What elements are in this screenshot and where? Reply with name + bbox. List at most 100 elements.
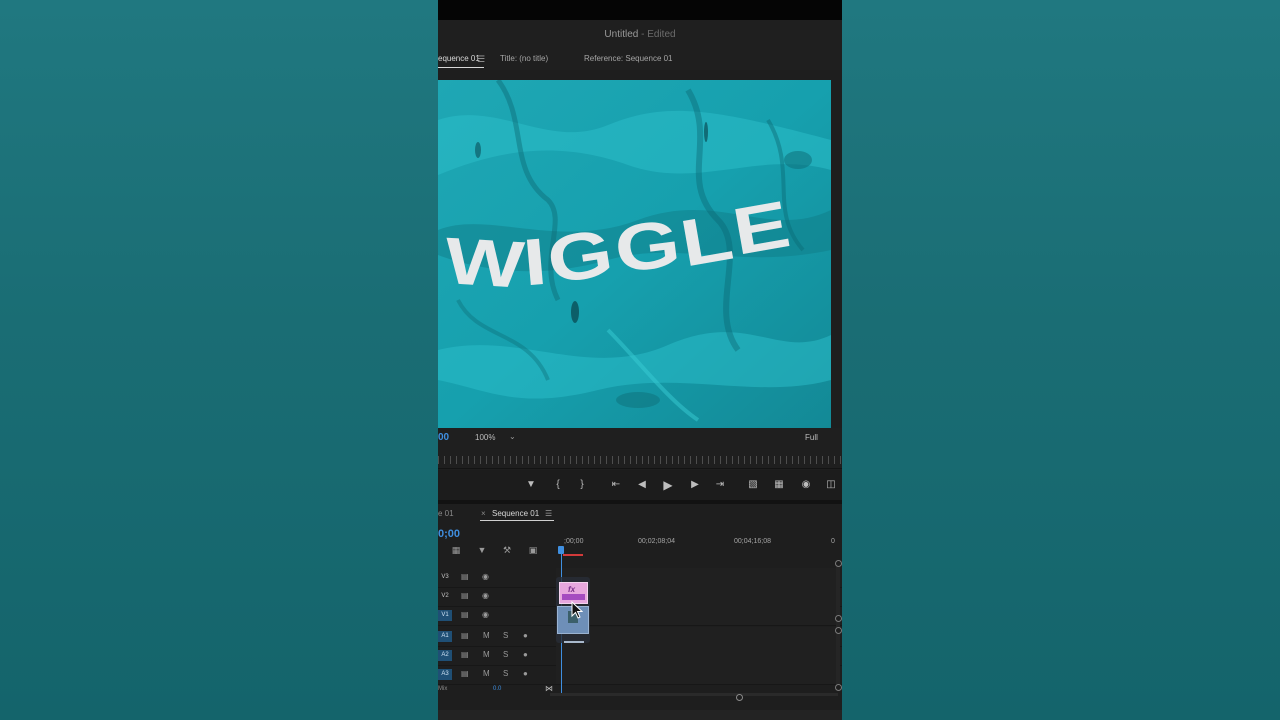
track-v1: V1 ▤ ◉ [438,606,842,626]
work-area-bar [563,554,583,556]
wrench-icon[interactable]: ⚒ [501,544,513,556]
mouse-pointer-icon [571,601,583,619]
step-back-icon[interactable]: ◀ [634,477,650,493]
bottom-status-strip [438,710,842,720]
clip-fx-stripe [562,594,585,600]
film-strip-icon[interactable]: ▤ [461,591,469,600]
monitor-tab-bar: equence 01 ☰ Title: (no title) Reference… [438,48,842,70]
fx-badge: fx [568,585,576,594]
zoom-level-select[interactable]: 100% [475,433,495,442]
export-frame-icon[interactable]: ◉ [798,477,814,493]
track-scrollbar[interactable] [836,562,840,690]
nest-toggle-icon[interactable]: ▦ [450,544,462,556]
ruler-label: 00;02;08;04 [638,538,675,545]
scroll-handle[interactable] [835,684,842,691]
window-title: Untitled [604,29,639,40]
microphone-icon[interactable]: ● [523,650,528,659]
solo-toggle[interactable]: S [503,650,508,659]
transport-controls: ▼ { } ⇤ ◀ ▶ ▶ ⇥ ▧ ▦ ◉ ◫ [438,470,842,500]
playback-resolution-select[interactable]: Full [805,433,818,442]
mix-label: Mix [438,686,448,692]
window-titlebar: Untitled - Edited [438,20,842,48]
scroll-handle[interactable] [835,615,842,622]
play-icon[interactable]: ▶ [660,477,676,493]
mix-volume-value[interactable]: 0.0 [493,686,501,692]
frame-title-text: WIGGLE [443,186,796,302]
scroll-handle[interactable] [835,627,842,634]
monitor-controls-bar: 00 100% ⌄ Full [438,428,842,448]
zoom-handle[interactable] [736,694,743,701]
film-strip-icon[interactable]: ▤ [461,631,469,640]
add-marker-icon[interactable]: ▼ [523,477,539,493]
tab-timeline-previous[interactable]: e 01 [438,509,454,518]
track-v3: V3 ▤ ◉ [438,568,842,588]
track-label[interactable]: A2 [438,650,452,661]
microphone-icon[interactable]: ● [523,669,528,678]
insert-icon[interactable]: ▧ [745,477,761,493]
tab-timeline-sequence[interactable]: Sequence 01 [492,509,539,518]
active-tab-underline [480,520,554,521]
track-content[interactable] [556,646,838,665]
film-strip-icon[interactable]: ▤ [461,669,469,678]
track-content[interactable] [556,587,838,606]
track-label[interactable]: A1 [438,631,452,642]
captions-icon[interactable]: ▣ [527,544,539,556]
comparison-view-icon[interactable]: ◫ [823,477,839,493]
svg-text:WIGGLE: WIGGLE [443,186,798,302]
track-content[interactable] [556,665,838,684]
premiere-app-window: Untitled - Edited equence 01 ☰ Title: (n… [438,0,842,720]
close-icon[interactable]: × [481,509,486,518]
active-tab-underline [438,67,484,68]
wiggle-title-graphic: WIGGLE [443,186,798,302]
bowtie-icon[interactable]: ⋈ [545,684,553,693]
track-a2: A2 ▤ M S ● [438,646,842,666]
track-label[interactable]: V2 [438,591,452,602]
film-strip-icon[interactable]: ▤ [461,572,469,581]
eye-icon[interactable]: ◉ [482,610,489,619]
overwrite-icon[interactable]: ▦ [771,477,787,493]
microphone-icon[interactable]: ● [523,631,528,640]
scroll-handle[interactable] [835,560,842,567]
playhead-handle[interactable] [558,546,564,554]
ruler-label: 0 [831,538,835,545]
track-content[interactable] [556,568,838,587]
ruler-ticks [438,456,842,464]
track-label[interactable]: V1 [438,610,452,621]
track-a1: A1 ▤ M S ● [438,627,842,647]
panel-menu-icon[interactable]: ☰ [545,509,552,518]
eye-icon[interactable]: ◉ [482,591,489,600]
track-content[interactable] [556,627,838,646]
solo-toggle[interactable]: S [503,631,508,640]
audio-clip-edge[interactable] [564,641,584,643]
timeline-timecode[interactable]: 0;00 [438,528,460,540]
backdrop-left [0,0,438,720]
mute-toggle[interactable]: M [483,631,490,640]
chevron-down-icon[interactable]: ⌄ [509,432,516,441]
mark-out-icon[interactable]: } [574,477,590,493]
track-a3: A3 ▤ M S ● [438,665,842,685]
track-label[interactable]: V3 [438,572,452,583]
go-to-out-icon[interactable]: ⇥ [712,477,728,493]
film-strip-icon[interactable]: ▤ [461,650,469,659]
film-strip-icon[interactable]: ▤ [461,610,469,619]
mark-in-icon[interactable]: { [550,477,566,493]
track-label[interactable]: A3 [438,669,452,680]
playhead-timecode[interactable]: 00 [438,432,449,443]
solo-toggle[interactable]: S [503,669,508,678]
track-v2: V2 ▤ ◉ [438,587,842,607]
marker-icon[interactable]: ▼ [476,544,488,556]
tab-reference[interactable]: Reference: Sequence 01 [584,54,673,63]
program-monitor-frame[interactable]: WIGGLE [438,80,831,428]
mute-toggle[interactable]: M [483,669,490,678]
mute-toggle[interactable]: M [483,650,490,659]
track-content[interactable] [556,606,838,625]
timeline-horizontal-scrollbar[interactable] [550,693,838,696]
go-to-in-icon[interactable]: ⇤ [608,477,624,493]
tab-title[interactable]: Title: (no title) [500,54,548,63]
eye-icon[interactable]: ◉ [482,572,489,581]
step-forward-icon[interactable]: ▶ [687,477,703,493]
top-black-bar [438,0,842,20]
panel-menu-icon[interactable]: ☰ [477,54,485,65]
ruler-label: ;00;00 [564,538,584,545]
tab-program-sequence[interactable]: equence 01 [438,54,480,63]
